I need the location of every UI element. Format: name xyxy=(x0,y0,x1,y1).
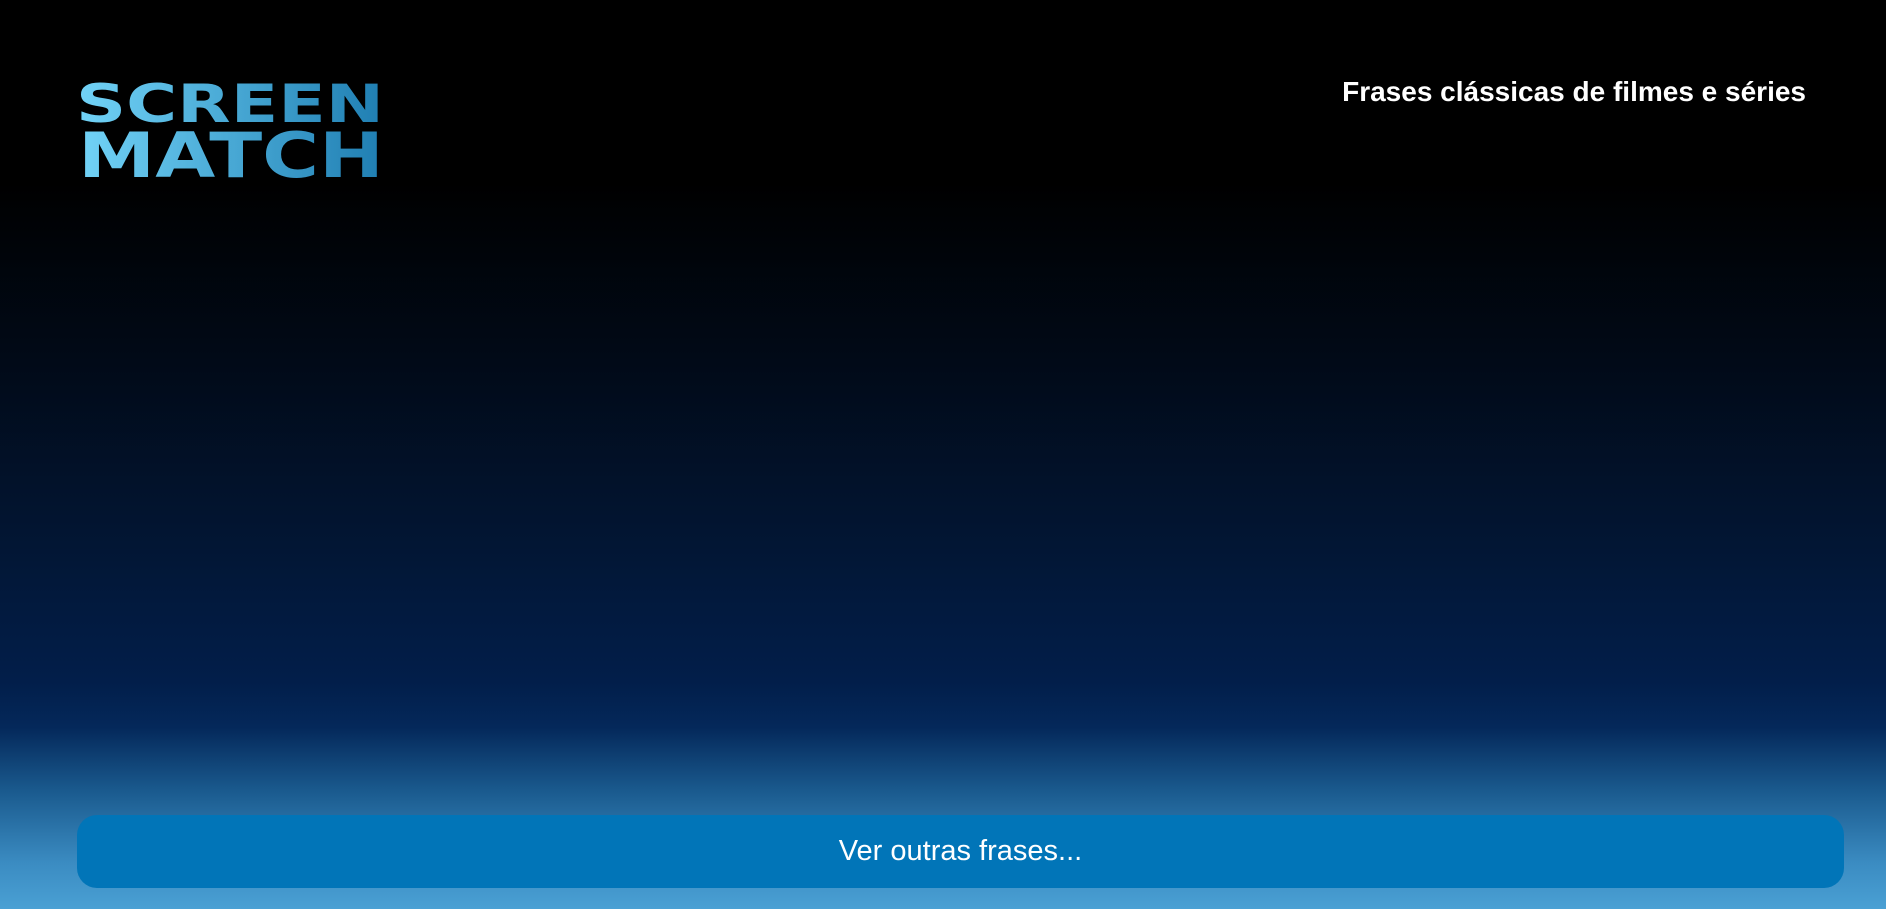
screenmatch-logo: SCREEN MATCH xyxy=(76,72,386,188)
logo-graphic: SCREEN MATCH xyxy=(76,74,384,188)
logo-line-2: MATCH xyxy=(78,119,384,188)
page-tagline: Frases clássicas de filmes e séries xyxy=(1342,76,1806,107)
see-more-phrases-button[interactable]: Ver outras frases... xyxy=(77,815,1844,888)
